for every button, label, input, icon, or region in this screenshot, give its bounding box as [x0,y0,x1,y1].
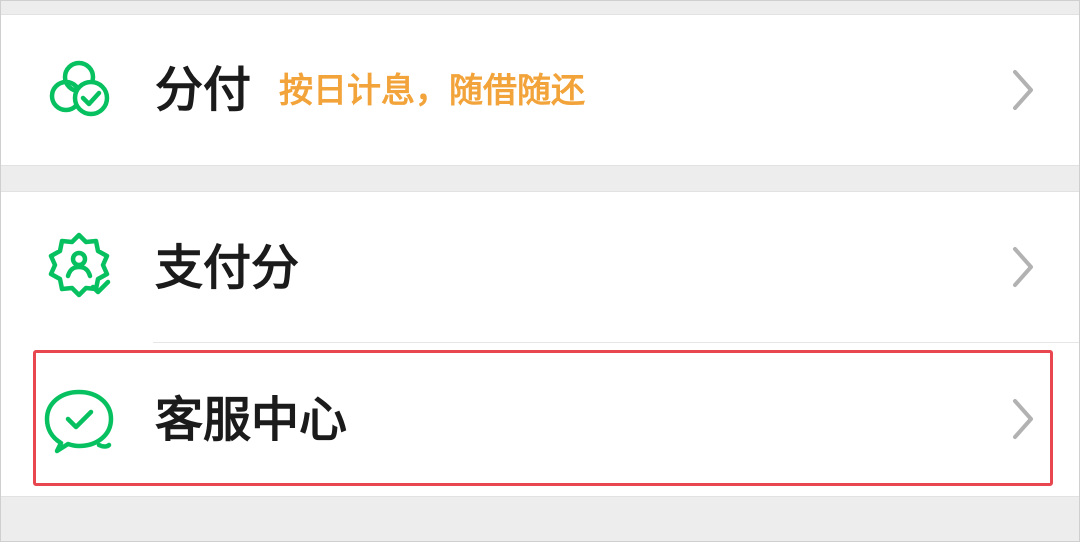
fenfu-circles-check-icon [41,53,117,129]
chat-bubble-check-icon [41,383,117,459]
menu-item-label: 客服中心 [155,392,348,448]
menu-item-customer-service[interactable]: 客服中心 [1,343,1079,496]
menu-item-zhifufen[interactable]: 支付分 [1,192,1079,342]
chevron-right-icon [1009,245,1037,289]
chevron-right-icon [1009,68,1037,112]
menu-group-services: 支付分 客服中心 [1,191,1079,497]
menu-item-fenfu[interactable]: 分付 按日计息，随借随还 [1,15,1079,165]
menu-item-label: 分付 [155,62,252,118]
badge-person-check-icon [41,229,117,305]
menu-item-subtitle: 按日计息，随借随还 [279,71,585,111]
chevron-right-icon [1009,397,1037,441]
menu-group-credit: 分付 按日计息，随借随还 [1,14,1079,166]
menu-item-label: 支付分 [155,240,300,296]
